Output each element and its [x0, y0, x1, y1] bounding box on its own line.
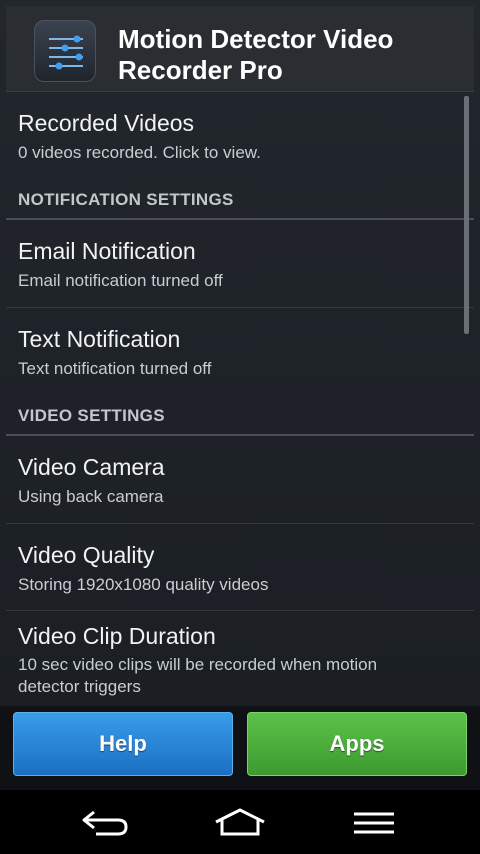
item-title: Video Quality — [18, 542, 155, 568]
item-title: Recorded Videos — [18, 110, 195, 136]
item-title: Video Clip Duration — [18, 623, 216, 649]
item-title: Text Notification — [18, 326, 181, 352]
item-summary: Text notification turned off — [18, 359, 212, 378]
back-icon[interactable] — [76, 806, 136, 840]
item-title: Email Notification — [18, 238, 196, 264]
apps-button[interactable]: Apps — [247, 712, 467, 776]
title-bar: Motion Detector Video Recorder Pro — [6, 6, 474, 92]
scrollbar[interactable] — [464, 96, 469, 334]
video-clip-duration-item[interactable]: Video Clip Duration 10 sec video clips w… — [6, 611, 474, 706]
item-summary: 0 videos recorded. Click to view. — [18, 143, 261, 162]
menu-icon[interactable] — [344, 806, 404, 840]
settings-list[interactable]: Recorded Videos 0 videos recorded. Click… — [6, 96, 474, 706]
item-title: Video Camera — [18, 454, 165, 480]
app-title: Motion Detector Video Recorder Pro — [118, 24, 394, 85]
app-sliders-icon — [34, 20, 96, 82]
video-camera-item[interactable]: Video Camera Using back camera — [6, 436, 474, 522]
item-summary: Using back camera — [18, 487, 164, 506]
navigation-bar — [0, 790, 480, 854]
text-notification-item[interactable]: Text Notification Text notification turn… — [6, 308, 474, 392]
item-summary: Email notification turned off — [18, 271, 223, 290]
item-summary: 10 sec video clips will be recorded when… — [18, 655, 378, 696]
item-summary: Storing 1920x1080 quality videos — [18, 575, 269, 594]
email-notification-item[interactable]: Email Notification Email notification tu… — [6, 220, 474, 306]
app-screen: Motion Detector Video Recorder Pro Recor… — [0, 0, 480, 790]
recorded-videos-item[interactable]: Recorded Videos 0 videos recorded. Click… — [6, 96, 474, 168]
help-button[interactable]: Help — [13, 712, 233, 776]
video-quality-item[interactable]: Video Quality Storing 1920x1080 quality … — [6, 524, 474, 610]
section-header-video: VIDEO SETTINGS — [18, 406, 165, 425]
section-header-notification: NOTIFICATION SETTINGS — [18, 190, 234, 209]
home-icon[interactable] — [210, 806, 270, 840]
button-bar: Help Apps — [0, 706, 480, 790]
